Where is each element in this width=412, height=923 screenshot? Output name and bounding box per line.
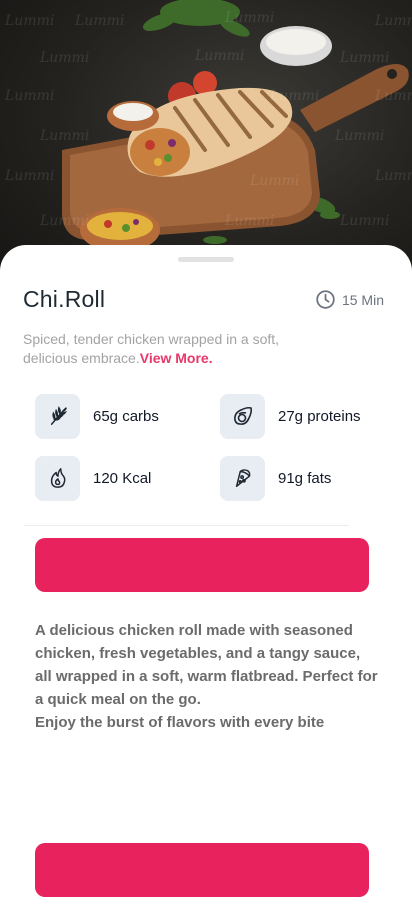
svg-text:Lummi: Lummi [339, 213, 389, 229]
proteins-label: 27g proteins [278, 407, 361, 425]
nutrition-proteins: 27g proteins [220, 393, 400, 439]
recipe-description: A delicious chicken roll made with seaso… [35, 619, 380, 734]
svg-text:Lummi: Lummi [194, 48, 244, 64]
avocado-icon [220, 393, 265, 439]
clock-icon [316, 290, 335, 309]
primary-action-button[interactable] [35, 538, 369, 592]
cook-time-label: 15 Min [341, 291, 384, 308]
view-more-link[interactable]: View More. [140, 350, 213, 366]
nutrition-fats: 91g fats [220, 455, 400, 501]
chicken-roll-photo: Lummi Lummi Lummi Lummi Lummi Lummi Lumm… [4, 0, 412, 252]
secondary-action-button[interactable] [35, 843, 369, 897]
svg-text:Lummi: Lummi [39, 213, 89, 229]
fats-label: 91g fats [278, 469, 332, 487]
svg-text:Lummi: Lummi [4, 168, 54, 184]
nutrition-carbs: 65g carbs [35, 393, 215, 439]
svg-text:Lummi: Lummi [39, 50, 89, 66]
svg-text:Lummi: Lummi [39, 128, 89, 144]
svg-text:Lummi: Lummi [249, 173, 299, 189]
recipe-summary: Spiced, tender chicken wrapped in a soft… [23, 330, 313, 368]
svg-text:Lummi: Lummi [224, 10, 274, 26]
flame-icon [35, 455, 80, 501]
svg-text:Lummi: Lummi [374, 88, 412, 104]
svg-text:Lummi: Lummi [334, 128, 384, 144]
hero-image: Lummi Lummi Lummi Lummi Lummi Lummi Lumm… [0, 0, 412, 285]
cook-time: 15 Min [315, 289, 384, 310]
svg-text:Lummi: Lummi [269, 88, 319, 104]
section-divider [24, 525, 349, 526]
svg-text:Lummi: Lummi [374, 168, 412, 184]
drag-handle[interactable] [178, 257, 234, 262]
nutrition-kcal: 120 Kcal [35, 455, 215, 501]
kcal-label: 120 Kcal [93, 469, 152, 487]
svg-text:Lummi: Lummi [74, 13, 124, 29]
carbs-label: 65g carbs [93, 407, 159, 425]
description-tagline: Enjoy the burst of flavors with every bi… [35, 714, 325, 731]
svg-text:Lummi: Lummi [374, 13, 412, 29]
svg-text:Lummi: Lummi [339, 50, 389, 66]
svg-text:Lummi: Lummi [4, 88, 54, 104]
recipe-detail-sheet: Chi.Roll 15 Min Spiced, tender chicken w… [0, 245, 412, 923]
wheat-icon [35, 393, 80, 439]
recipe-title: Chi.Roll [23, 286, 106, 312]
description-paragraph: A delicious chicken roll made with seaso… [35, 622, 378, 708]
watermark-text: Lummi [4, 13, 54, 29]
pizza-slice-icon [220, 455, 265, 501]
svg-text:Lummi: Lummi [224, 213, 274, 229]
